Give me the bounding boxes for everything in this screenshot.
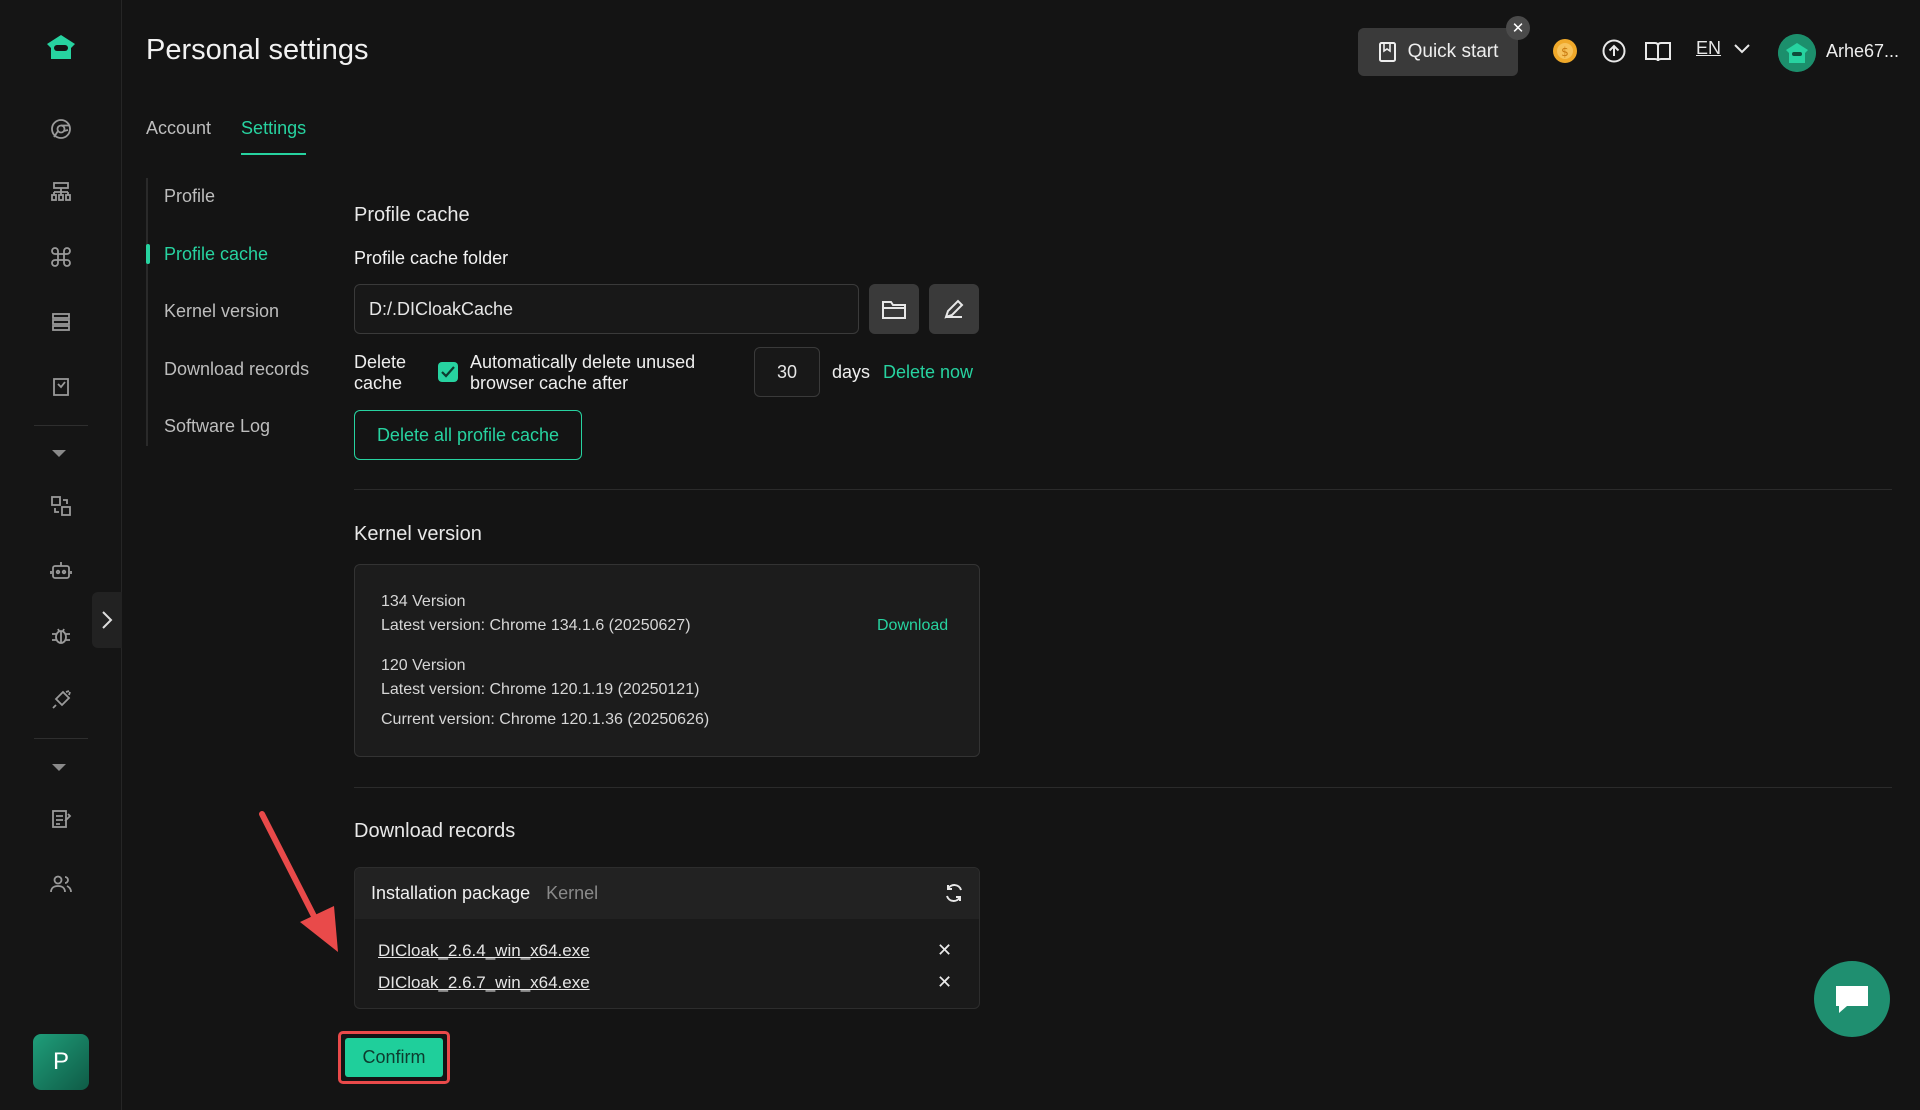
- check-icon: [441, 366, 455, 378]
- tab-installation-package[interactable]: Installation package: [371, 883, 530, 904]
- nav-item-software-log[interactable]: Software Log: [148, 408, 316, 466]
- remove-file-icon[interactable]: ✕: [937, 972, 952, 993]
- download-records-title: Download records: [354, 820, 516, 842]
- browse-folder-button[interactable]: [869, 284, 919, 334]
- refresh-icon[interactable]: [943, 882, 965, 904]
- user-avatar[interactable]: [1778, 34, 1816, 72]
- section-divider: [354, 787, 1892, 788]
- tab-settings[interactable]: Settings: [241, 118, 307, 155]
- chevron-down-icon: [1734, 43, 1750, 53]
- kernel-120-current: Current version: Chrome 120.1.36 (202506…: [381, 711, 710, 728]
- browser-icon[interactable]: [45, 113, 77, 145]
- plugin-icon[interactable]: [45, 684, 77, 716]
- kernel-version-title: Kernel version: [354, 523, 482, 545]
- expand-sidebar-button[interactable]: [92, 592, 122, 648]
- delete-now-link[interactable]: Delete now: [883, 362, 973, 383]
- nav-item-profile-cache[interactable]: Profile cache: [146, 236, 316, 294]
- chat-bubble-icon: [1836, 986, 1868, 1013]
- chevron-right-icon: [102, 611, 113, 629]
- confirm-button[interactable]: Confirm: [345, 1038, 443, 1077]
- username[interactable]: Arhe67...: [1826, 41, 1899, 62]
- folder-label: Profile cache folder: [354, 248, 509, 268]
- cache-folder-input[interactable]: [354, 284, 859, 334]
- app-logo-icon[interactable]: [43, 32, 79, 68]
- edit-folder-button[interactable]: [929, 284, 979, 334]
- download-records-header: Installation package Kernel: [355, 868, 979, 919]
- members-icon[interactable]: [45, 868, 77, 900]
- collapse-group-icon[interactable]: [52, 450, 66, 457]
- page-title: Personal settings: [146, 34, 369, 66]
- book-icon: [1378, 42, 1396, 62]
- upload-icon[interactable]: [1599, 36, 1629, 66]
- tab-account[interactable]: Account: [146, 118, 211, 155]
- delete-cache-label: Delete cache: [354, 352, 407, 393]
- list-stack-icon[interactable]: [45, 306, 77, 338]
- nav-item-kernel-version[interactable]: Kernel version: [148, 293, 316, 351]
- download-file-link[interactable]: DICloak_2.6.7_win_x64.exe: [378, 973, 590, 993]
- kernel-version-box: 134 Version Latest version: Chrome 134.1…: [354, 564, 980, 757]
- days-unit: days: [832, 362, 871, 382]
- extension-icon[interactable]: [45, 371, 77, 403]
- team-tree-icon[interactable]: [45, 176, 77, 208]
- days-input[interactable]: [754, 347, 820, 397]
- command-icon[interactable]: [45, 241, 77, 273]
- quick-start-label: Quick start: [1407, 41, 1499, 62]
- kernel-134-download-link[interactable]: Download: [877, 617, 948, 635]
- kernel-120-title: 120 Version: [381, 657, 466, 674]
- settings-nav: Profile Profile cache Kernel version Dow…: [146, 178, 316, 446]
- nav-item-download-records[interactable]: Download records: [148, 351, 316, 409]
- delete-all-cache-button[interactable]: Delete all profile cache: [354, 410, 582, 460]
- tab-kernel[interactable]: Kernel: [546, 883, 598, 904]
- pencil-icon: [944, 299, 964, 319]
- download-file-link[interactable]: DICloak_2.6.4_win_x64.exe: [378, 941, 590, 961]
- nav-item-profile[interactable]: Profile: [148, 178, 316, 236]
- section-divider: [354, 489, 1892, 490]
- collapse-group-icon[interactable]: [52, 764, 66, 771]
- annotation-arrow-icon: [259, 811, 338, 952]
- quick-start-button[interactable]: Quick start: [1358, 28, 1518, 76]
- kernel-120-latest: Latest version: Chrome 120.1.19 (2025012…: [381, 681, 700, 698]
- kernel-134-latest: Latest version: Chrome 134.1.6 (20250627…: [381, 617, 691, 634]
- sync-icon[interactable]: [45, 490, 77, 522]
- app-root: P Personal settings Quick start ✕ $ EN A…: [0, 0, 1920, 1110]
- svg-text:$: $: [1561, 45, 1569, 59]
- rail-divider: [34, 738, 88, 739]
- kernel-134-title: 134 Version: [381, 593, 466, 610]
- workspace-avatar[interactable]: P: [33, 1034, 89, 1090]
- robot-icon[interactable]: [45, 555, 77, 587]
- language-selector[interactable]: EN: [1696, 38, 1751, 59]
- close-quick-start-icon[interactable]: ✕: [1506, 16, 1530, 40]
- auto-delete-label: Automatically delete unused browser cach…: [470, 352, 696, 393]
- folder-icon: [882, 301, 906, 319]
- coin-icon[interactable]: $: [1550, 36, 1580, 66]
- remove-file-icon[interactable]: ✕: [937, 940, 952, 961]
- auto-delete-checkbox[interactable]: [438, 362, 458, 382]
- rail-divider: [34, 425, 88, 426]
- language-label: EN: [1696, 38, 1722, 58]
- docs-book-icon[interactable]: [1643, 36, 1673, 66]
- download-records-box: Installation package Kernel DICloak_2.6.…: [354, 867, 980, 1009]
- notes-icon[interactable]: [45, 803, 77, 835]
- profile-cache-title: Profile cache: [354, 204, 470, 226]
- chat-support-button[interactable]: [1814, 961, 1890, 1037]
- settings-tabs: Account Settings: [146, 118, 307, 155]
- left-rail: P: [0, 0, 122, 1110]
- confirm-highlight: Confirm: [338, 1031, 450, 1084]
- bug-icon[interactable]: [45, 620, 77, 652]
